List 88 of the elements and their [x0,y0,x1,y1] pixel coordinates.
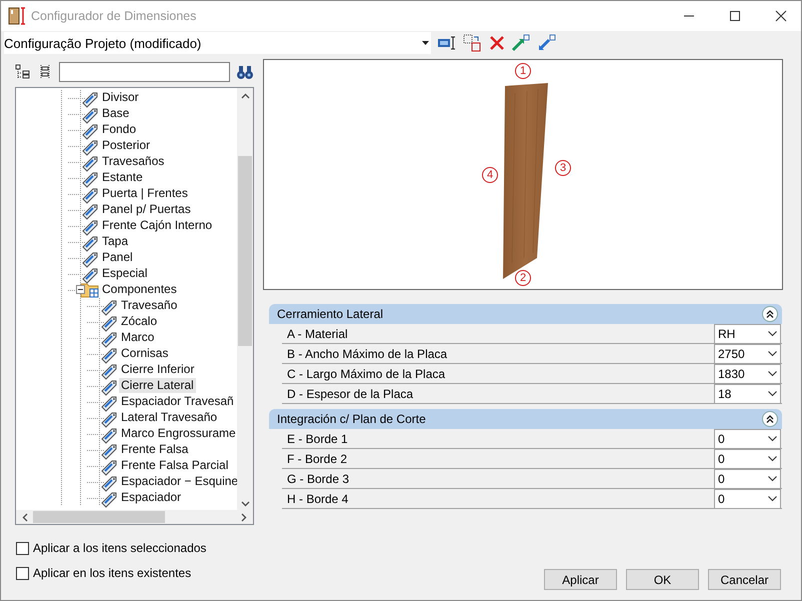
chevron-down-icon [768,496,777,502]
value-dropdown[interactable]: 1830 [714,364,781,383]
collapse-icon[interactable] [762,411,778,427]
tree-item[interactable]: Espaciador [119,490,184,506]
property-label: C - Largo Máximo de la Placa [286,366,446,383]
rename-icon[interactable] [437,35,457,51]
value-dropdown[interactable]: RH [714,324,781,343]
search-field[interactable] [58,62,230,82]
collapse-icon[interactable] [76,284,85,294]
property-label: F - Borde 2 [286,451,348,468]
tree-item[interactable]: Panel [100,250,135,266]
tree-item[interactable]: Marco Engrossurame [119,426,238,442]
value-dropdown[interactable]: 0 [714,449,781,468]
door-ruler-icon [8,7,28,25]
delete-icon[interactable] [489,35,505,51]
edge-number: 2 [515,270,531,286]
checkbox[interactable] [16,566,29,580]
tree-item[interactable]: Tapa [100,234,130,250]
chevron-down-icon [768,456,777,462]
dialog-button[interactable]: OK [626,569,699,590]
value-dropdown[interactable]: 0 [714,489,781,508]
maximize-icon[interactable] [729,10,741,22]
tree-item[interactable]: Cierre Inferior [119,362,196,378]
tree-item[interactable]: Espaciador − Esquine [119,474,238,490]
close-icon[interactable] [775,10,787,22]
chevron-down-icon [768,476,777,482]
tree-item[interactable]: Base [100,106,132,122]
edge-number: 4 [482,167,498,183]
horizontal-scrollbar[interactable] [16,510,253,524]
tree-item[interactable]: Fondo [100,122,138,138]
tree-item[interactable]: Panel p/ Puertas [100,202,193,218]
edge-number: 1 [515,63,531,79]
property-label: G - Borde 3 [286,471,350,488]
tree-item[interactable]: Zócalo [119,314,160,330]
collapse-icon[interactable] [762,306,778,322]
chevron-down-icon [768,436,777,442]
property-label: D - Espesor de la Placa [286,386,414,403]
export-icon[interactable] [511,34,531,52]
group-header[interactable]: Cerramiento Lateral [269,304,782,324]
scroll-down-icon[interactable] [240,500,250,507]
tree-item[interactable]: Travesaños [100,154,166,170]
tree-item[interactable]: Travesaño [119,298,180,314]
config-dropdown[interactable]: Configuração Projeto (modificado) [4,32,431,54]
value-dropdown[interactable]: 0 [714,469,781,488]
value-dropdown[interactable]: 18 [714,384,781,403]
import-icon[interactable] [537,34,557,52]
tree-item[interactable]: Cornisas [119,346,170,362]
property-label: A - Material [286,326,349,343]
tree-item[interactable]: Especial [100,266,150,282]
scroll-right-icon[interactable] [241,512,247,522]
scroll-left-icon[interactable] [22,512,28,522]
checkbox-label[interactable]: Aplicar a los itens seleccionados [33,541,206,555]
checkbox[interactable] [16,542,29,554]
tree-item[interactable]: Estante [100,170,145,186]
chevron-down-icon [768,391,777,397]
scroll-up-icon[interactable] [240,92,250,99]
property-label: H - Borde 4 [286,491,350,508]
edge-number: 3 [555,160,571,176]
tree-item[interactable]: Espaciador Travesañ [119,394,236,410]
dialog-button[interactable]: Aplicar [544,569,617,590]
chevron-down-icon [768,371,777,377]
value-dropdown[interactable]: 2750 [714,344,781,363]
tree-item[interactable]: Frente Falsa Parcial [119,458,230,474]
caret-icon [422,41,429,45]
chevron-down-icon [768,331,777,337]
property-label: B - Ancho Máximo de la Placa [286,346,448,363]
dialog-button[interactable]: Cancelar [708,569,781,590]
checkbox-label[interactable]: Aplicar en los itens existentes [33,566,192,580]
tree-item[interactable]: Frente Falsa [119,442,190,458]
collapse-tree-icon[interactable] [15,64,31,80]
binoculars-icon[interactable] [236,64,254,80]
tree-item[interactable]: Marco [119,330,156,346]
tree-item[interactable]: Cierre Lateral [119,378,196,394]
chevron-down-icon [768,351,777,357]
group-header[interactable]: Integración c/ Plan de Corte [269,409,782,429]
tree-item[interactable]: Frente Cajón Interno [100,218,214,234]
tree-item[interactable]: Lateral Travesaño [119,410,220,426]
group-title: Integración c/ Plan de Corte [277,412,426,426]
property-label: E - Borde 1 [286,431,349,448]
tree-item[interactable]: Componentes [100,282,179,298]
window-title: Configurador de Dimensiones [31,9,198,23]
tree-item[interactable]: Posterior [100,138,152,154]
vertical-scrollbar[interactable] [237,88,253,512]
copy-icon[interactable] [463,34,483,52]
tree-item[interactable]: Divisor [100,90,141,106]
tree-item[interactable]: Puerta | Frentes [100,186,190,202]
group-title: Cerramiento Lateral [277,307,384,321]
value-dropdown[interactable]: 0 [714,429,781,448]
